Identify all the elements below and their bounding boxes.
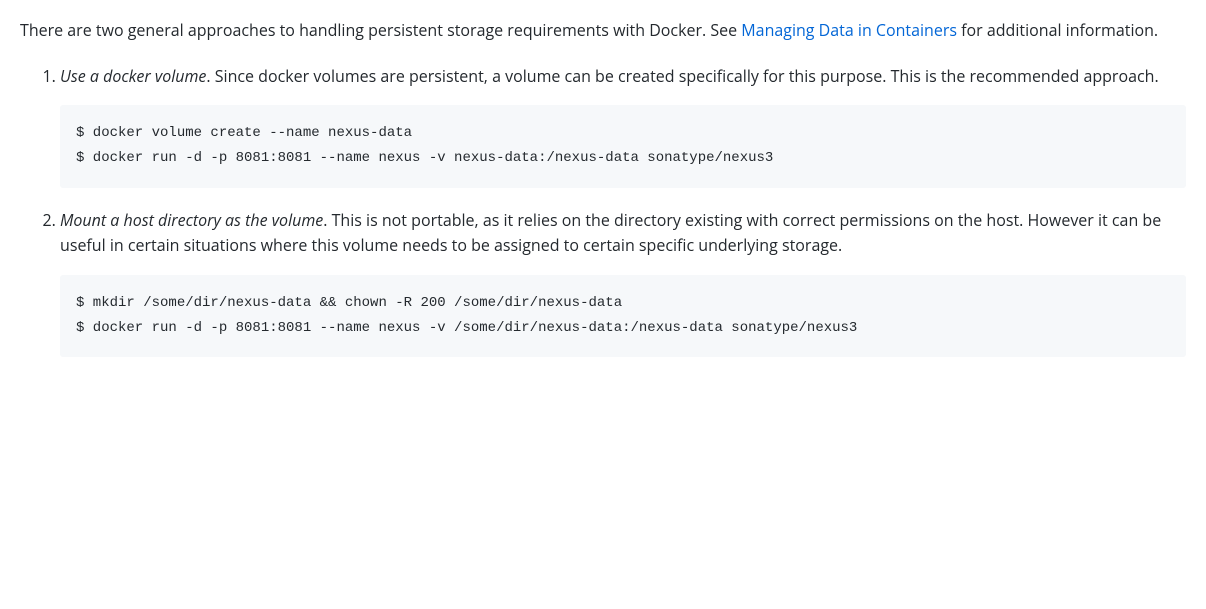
item-emphasis: Use a docker volume <box>60 65 206 87</box>
managing-data-link[interactable]: Managing Data in Containers <box>741 19 957 41</box>
intro-after: for additional information. <box>957 19 1158 41</box>
approach-list: Use a docker volume. Since docker volume… <box>20 64 1186 358</box>
item-emphasis: Mount a host directory as the volume <box>60 209 323 231</box>
list-item: Mount a host directory as the volume. Th… <box>60 208 1186 358</box>
code-block: $ mkdir /some/dir/nexus-data && chown -R… <box>60 275 1186 357</box>
item-description: Use a docker volume. Since docker volume… <box>60 64 1186 90</box>
intro-before: There are two general approaches to hand… <box>20 19 741 41</box>
list-item: Use a docker volume. Since docker volume… <box>60 64 1186 188</box>
item-rest: . Since docker volumes are persistent, a… <box>206 65 1158 87</box>
code-block: $ docker volume create --name nexus-data… <box>60 105 1186 187</box>
item-description: Mount a host directory as the volume. Th… <box>60 208 1186 259</box>
intro-paragraph: There are two general approaches to hand… <box>20 18 1186 44</box>
